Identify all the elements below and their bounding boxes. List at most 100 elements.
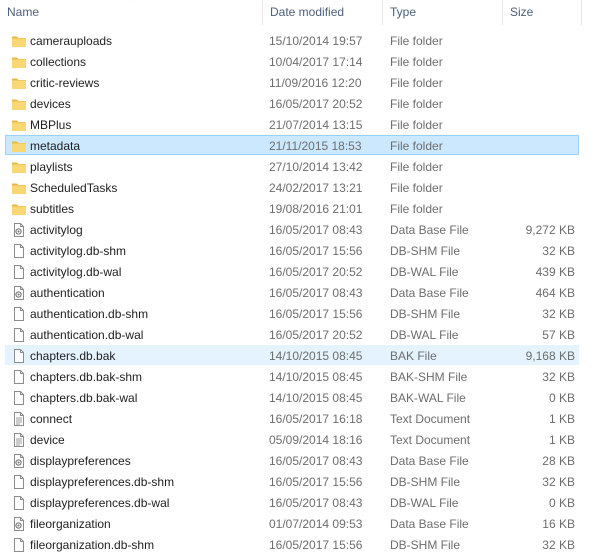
column-header-size[interactable]: Size [503,0,581,24]
column-divider[interactable] [581,0,582,25]
file-date-modified: 19/08/2016 21:01 [269,202,363,216]
file-icon [11,264,27,280]
file-size: 32 KB [542,475,575,489]
file-type: Data Base File [390,223,469,237]
file-name: connect [30,412,73,426]
file-row[interactable]: subtitles 19/08/2016 21:01 File folder [5,198,579,218]
file-date-modified: 16/05/2017 15:56 [269,475,363,489]
file-date-modified: 10/04/2017 17:14 [269,55,363,69]
file-name: displaypreferences.db-shm [30,475,175,489]
file-size: 9,272 KB [525,223,575,237]
file-icon [11,306,27,322]
file-row[interactable]: fileorganization.db-shm 16/05/2017 15:56 D… [5,534,579,554]
file-row[interactable]: authentication 16/05/2017 08:43 Data Base … [5,282,579,302]
file-size: 32 KB [542,244,575,258]
file-row[interactable]: device 05/09/2014 18:16 Text Document 1 KB [5,429,579,449]
file-type: Data Base File [390,517,469,531]
file-size: 16 KB [542,517,575,531]
file-row[interactable]: chapters.db.bak 14/10/2015 08:45 BAK File 9… [5,345,579,365]
file-date-modified: 11/09/2016 12:20 [269,76,362,90]
file-type: Data Base File [390,454,469,468]
file-date-modified: 16/05/2017 08:43 [269,454,363,468]
file-row[interactable]: collections 10/04/2017 17:14 File folder [5,51,579,71]
file-type: DB-WAL File [390,328,459,342]
file-row[interactable]: activitylog.db-wal 16/05/2017 20:52 DB-WAL… [5,261,579,281]
folder-icon [11,75,27,91]
file-row[interactable]: MBPlus 21/07/2014 13:15 File folder [5,114,579,134]
column-header-type[interactable]: Type [383,0,502,24]
column-header-date-modified[interactable]: Date modified [263,0,382,24]
file-name: chapters.db.bak-shm [30,370,143,384]
file-row[interactable]: displaypreferences.db-shm 16/05/2017 15:5… [5,471,579,491]
file-date-modified: 16/05/2017 20:52 [269,328,363,342]
file-row[interactable]: chapters.db.bak-wal 14/10/2015 08:45 BAK-W… [5,387,579,407]
file-size [504,31,575,51]
file-date-modified: 24/02/2017 13:21 [269,181,363,195]
file-row[interactable]: devices 16/05/2017 20:52 File folder [5,93,579,113]
file-row[interactable]: authentication.db-shm 16/05/2017 15:56 DB-… [5,303,579,323]
file-row[interactable]: fileorganization 01/07/2014 09:53 Data Bas… [5,513,579,533]
database-file-icon [11,222,27,238]
file-row[interactable]: ScheduledTasks 24/02/2017 13:21 File folde… [5,177,579,197]
file-row[interactable]: connect 16/05/2017 16:18 Text Document 1 KB [5,408,579,428]
database-file-icon [11,453,27,469]
file-size: 464 KB [535,286,575,300]
file-row[interactable]: chapters.db.bak-shm 14/10/2015 08:45 BAK-S… [5,366,579,386]
file-row[interactable]: displaypreferences.db-wal 16/05/2017 08:4… [5,492,579,512]
file-date-modified: 16/05/2017 20:52 [269,265,363,279]
file-size [504,136,575,156]
file-size [504,52,575,72]
file-type: BAK File [390,349,437,363]
file-name: ScheduledTasks [30,181,118,195]
file-icon [11,348,27,364]
file-row[interactable]: metadata 21/11/2015 18:53 File folder [5,135,579,155]
file-size: 1 KB [548,433,575,447]
file-row[interactable]: activitylog.db-shm 16/05/2017 15:56 DB-SHM… [5,240,579,260]
file-type: DB-SHM File [390,244,461,258]
file-type: File folder [390,76,443,90]
file-date-modified: 21/07/2014 13:15 [269,118,363,132]
file-type: DB-SHM File [390,475,461,489]
file-name: displaypreferences [30,454,131,468]
file-type: File folder [390,97,443,111]
file-name: device [30,433,65,447]
file-size: 0 KB [548,391,575,405]
file-date-modified: 16/05/2017 08:43 [269,496,363,510]
file-date-modified: 27/10/2014 13:42 [269,160,363,174]
file-icon [11,474,27,490]
file-size [504,178,575,198]
file-size: 0 KB [548,496,575,510]
folder-icon [11,33,27,49]
file-name: metadata [30,139,81,153]
file-size: 32 KB [542,370,575,384]
file-name: activitylog.db-shm [30,244,127,258]
file-date-modified: 14/10/2015 08:45 [269,370,363,384]
file-date-modified: 21/11/2015 18:53 [269,139,362,153]
file-row[interactable]: activitylog 16/05/2017 08:43 Data Base Fil… [5,219,579,239]
file-type: File folder [390,202,443,216]
file-name: activitylog [30,223,83,237]
file-row[interactable]: critic-reviews 11/09/2016 12:20 File folde… [5,72,579,92]
database-file-icon [11,516,27,532]
file-size [504,199,575,219]
database-file-icon [11,285,27,301]
file-size: 57 KB [542,328,575,342]
file-size [504,157,575,177]
file-type: BAK-WAL File [390,391,466,405]
file-name: chapters.db.bak-wal [30,391,138,405]
file-row[interactable]: camerauploads 15/10/2014 19:57 File folder [5,30,579,50]
folder-icon [11,138,27,154]
file-row[interactable]: playlists 27/10/2014 13:42 File folder [5,156,579,176]
file-name: authentication.db-shm [30,307,149,321]
file-row[interactable]: authentication.db-wal 16/05/2017 20:52 DB-… [5,324,579,344]
column-header-name[interactable]: Name [0,0,263,24]
file-type: File folder [390,139,443,153]
file-date-modified: 14/10/2015 08:45 [269,349,363,363]
file-icon [11,390,27,406]
file-date-modified: 14/10/2015 08:45 [269,391,363,405]
file-row[interactable]: displaypreferences 16/05/2017 08:43 Data B… [5,450,579,470]
file-type: BAK-SHM File [390,370,468,384]
file-name: devices [30,97,71,111]
file-type: File folder [390,55,443,69]
file-type: File folder [390,118,443,132]
